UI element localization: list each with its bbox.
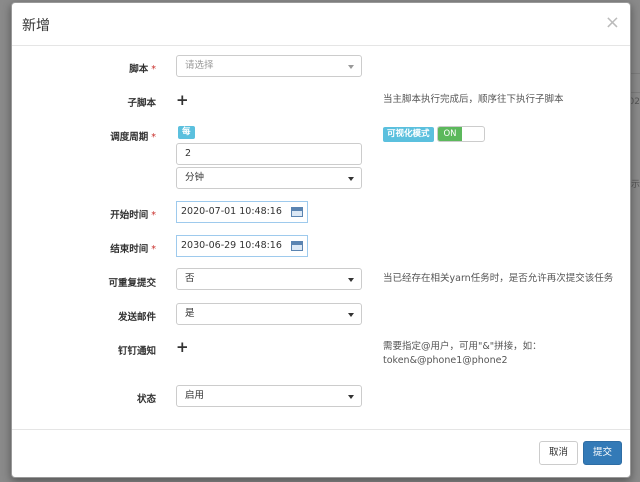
status-select[interactable]: 启用 [176,385,362,407]
status-label: 状态 [136,394,156,405]
toggle-on-label: ON [438,127,462,141]
dingtalk-help-line1: 需要指定@用户，可用"&"拼接，如： [383,341,542,352]
chevron-down-icon [348,278,354,282]
resubmit-select[interactable]: 否 [176,268,362,290]
resubmit-help: 当已经存在相关yarn任务时，是否允许再次提交该任务 [383,273,614,284]
required-marker: * [151,244,156,255]
schedule-interval-input[interactable]: 2 [176,143,362,165]
sub-script-help: 当主脚本执行完成后，顺序往下执行子脚本 [383,94,564,105]
calendar-icon[interactable] [291,207,303,217]
chevron-down-icon [348,395,354,399]
start-time-label: 开始时间 * [110,210,156,221]
status-value: 启用 [185,390,205,401]
required-marker: * [151,132,156,143]
chevron-down-icon [348,65,354,69]
visual-mode-toggle[interactable]: ON [437,126,485,142]
dingtalk-help-line2: token&@phone1@phone2 [383,355,508,366]
add-dialog: 新增 × 脚本 * 请选择 子脚本 + 当主脚本执行完成后，顺序往下执行子脚本 调… [11,2,631,478]
dingtalk-help: 需要指定@用户，可用"&"拼接，如： token&@phone1@phone2 [383,340,542,368]
end-time-input[interactable]: 2030-06-29 10:48:16 [176,235,308,257]
calendar-icon[interactable] [291,241,303,251]
sub-script-label: 子脚本 [127,98,156,109]
resubmit-value: 否 [185,273,195,284]
resubmit-label: 可重复提交 [108,278,156,289]
schedule-every-badge[interactable]: 每 [178,126,195,139]
submit-button[interactable]: 提交 [583,441,623,465]
dialog-title: 新增 [22,18,50,34]
schedule-label: 调度周期 * [110,132,156,143]
dialog-footer: 取消 提交 [12,429,630,477]
dingtalk-label: 钉钉通知 [117,346,156,357]
end-time-value: 2030-06-29 10:48:16 [181,240,282,251]
cancel-button[interactable]: 取消 [539,441,579,465]
email-value: 是 [185,308,195,319]
required-marker: * [151,210,156,221]
script-select[interactable]: 请选择 [176,55,362,77]
chevron-down-icon [348,177,354,181]
add-dingtalk-button[interactable]: + [176,340,189,355]
close-icon[interactable]: × [605,12,620,33]
script-label: 脚本 * [129,64,156,75]
chevron-down-icon [348,313,354,317]
schedule-unit-select[interactable]: 分钟 [176,167,362,189]
start-time-input[interactable]: 2020-07-01 10:48:16 [176,201,308,223]
script-select-placeholder: 请选择 [185,60,214,71]
schedule-unit-value: 分钟 [185,172,205,183]
email-label: 发送邮件 [117,312,156,323]
start-time-value: 2020-07-01 10:48:16 [181,206,282,217]
dialog-header: 新增 × [12,3,630,46]
required-marker: * [151,64,156,75]
visual-mode-label: 可视化模式 [383,127,434,142]
add-sub-script-button[interactable]: + [176,93,189,108]
end-time-label: 结束时间 * [110,244,156,255]
email-select[interactable]: 是 [176,303,362,325]
